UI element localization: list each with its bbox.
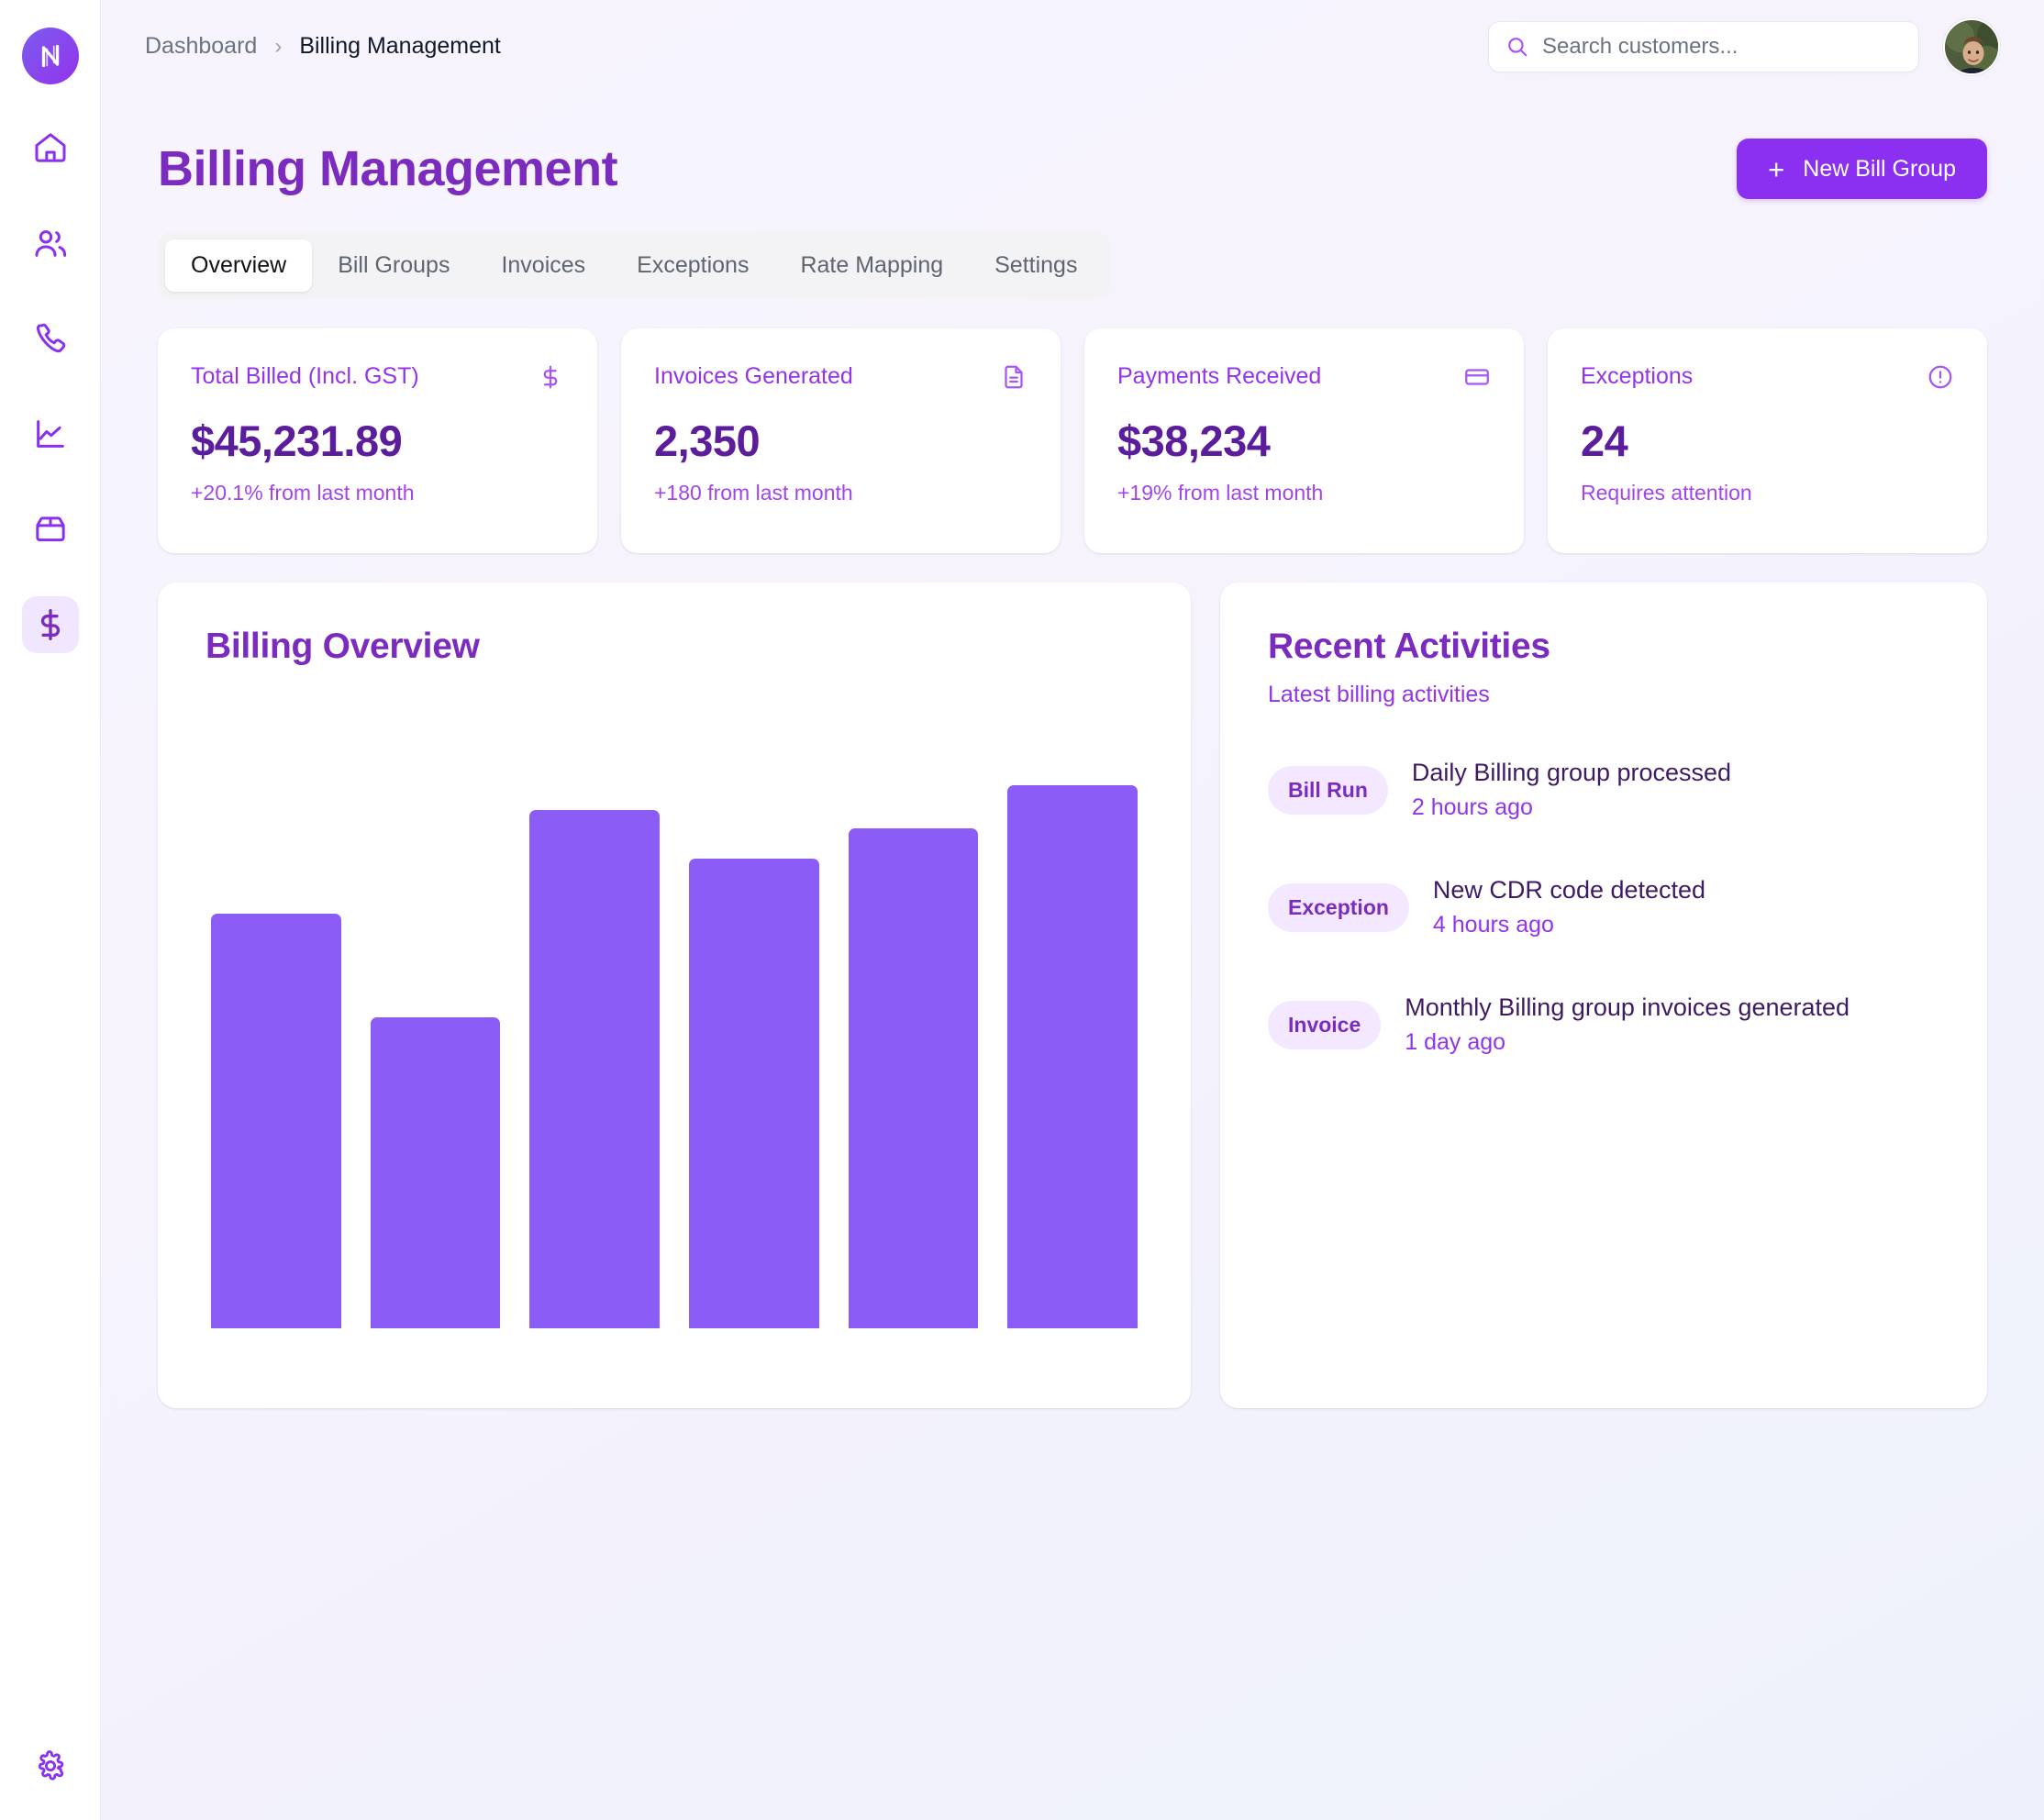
panels: Billing Overview Recent Activities Lates… <box>158 583 1987 1408</box>
billing-overview-panel: Billing Overview <box>158 583 1191 1408</box>
activity-body: Monthly Billing group invoices generated… <box>1405 993 1850 1056</box>
topbar-right: Search customers... <box>1488 17 2000 75</box>
sidebar-item-analytics[interactable] <box>22 405 79 462</box>
stat-card-header: Exceptions <box>1581 363 1954 395</box>
activity-body: Daily Billing group processed 2 hours ag… <box>1412 759 1731 821</box>
list-item[interactable]: Bill Run Daily Billing group processed 2… <box>1268 745 1939 835</box>
chart-bar[interactable] <box>211 913 341 1328</box>
recent-activities-panel: Recent Activities Latest billing activit… <box>1220 583 1987 1408</box>
activity-title: Monthly Billing group invoices generated <box>1405 993 1850 1021</box>
sidebar <box>0 0 101 1820</box>
tab-invoices[interactable]: Invoices <box>475 239 611 292</box>
sidebar-item-billing[interactable] <box>21 596 79 653</box>
stat-card-header: Payments Received <box>1117 363 1491 395</box>
recent-activities-subtitle: Latest billing activities <box>1268 682 1490 707</box>
avatar-photo <box>1945 19 1998 73</box>
activity-title: Daily Billing group processed <box>1411 759 1732 786</box>
stat-subtext: +20.1% from last month <box>191 481 415 505</box>
stat-value: 24 <box>1581 416 1628 465</box>
chart-line-icon <box>36 420 64 448</box>
plus-icon: + <box>1768 152 1785 185</box>
activity-list: Bill Run Daily Billing group processed 2… <box>1268 745 1939 1070</box>
stat-card-invoices-generated: Invoices Generated 2,350 +180 from last … <box>621 328 1061 553</box>
breadcrumb-parent[interactable]: Dashboard <box>145 33 257 60</box>
list-item[interactable]: Invoice Monthly Billing group invoices g… <box>1268 980 1939 1070</box>
new-bill-group-button[interactable]: + New Bill Group <box>1737 139 1987 199</box>
status-badge: Bill Run <box>1268 765 1388 815</box>
sidebar-item-calls[interactable] <box>22 310 79 367</box>
page-header: Billing Management + New Bill Group <box>158 139 1987 199</box>
document-icon <box>1000 363 1028 395</box>
tab-bill-groups[interactable]: Bill Groups <box>312 239 475 292</box>
users-icon <box>35 230 66 257</box>
activity-time: 4 hours ago <box>1432 912 1554 938</box>
home-icon <box>35 133 65 162</box>
stat-label: Exceptions <box>1581 363 1694 389</box>
tab-rate-mapping[interactable]: Rate Mapping <box>774 239 969 292</box>
sidebar-item-products[interactable] <box>22 501 79 558</box>
sidebar-item-customers[interactable] <box>22 215 79 272</box>
billing-bar-chart <box>206 718 1143 1328</box>
search-icon <box>1508 37 1527 56</box>
alert-circle-icon <box>1927 363 1954 395</box>
stat-subtext: +180 from last month <box>654 481 853 505</box>
stat-value: 2,350 <box>654 416 761 465</box>
stat-value: $38,234 <box>1117 416 1271 465</box>
content: Billing Management + New Bill Group Over… <box>101 93 2044 1820</box>
stat-card-header: Total Billed (Incl. GST) <box>191 363 564 395</box>
activity-time: 2 hours ago <box>1411 794 1533 820</box>
box-icon <box>35 516 65 542</box>
search-box[interactable]: Search customers... <box>1488 20 1919 72</box>
activity-time: 1 day ago <box>1405 1029 1506 1055</box>
tab-overview[interactable]: Overview <box>165 239 313 292</box>
stat-subtext: Requires attention <box>1581 481 1752 505</box>
stat-cards: Total Billed (Incl. GST) $45,231.89 +20.… <box>158 328 1987 553</box>
stat-value: $45,231.89 <box>191 416 403 465</box>
search-input[interactable]: Search customers... <box>1542 34 1738 60</box>
dollar-icon <box>40 609 60 640</box>
dollar-icon <box>537 363 564 395</box>
stat-card-header: Invoices Generated <box>654 363 1028 395</box>
recent-activities-title: Recent Activities <box>1268 627 1550 666</box>
status-badge: Exception <box>1268 882 1409 932</box>
page-title: Billing Management <box>158 141 618 196</box>
list-item[interactable]: Exception New CDR code detected 4 hours … <box>1268 862 1939 952</box>
stat-card-total-billed: Total Billed (Incl. GST) $45,231.89 +20.… <box>158 328 597 553</box>
stat-label: Payments Received <box>1117 363 1322 389</box>
chart-bar[interactable] <box>529 809 661 1328</box>
topbar: Dashboard › Billing Management Search cu… <box>101 0 2044 93</box>
billing-overview-title: Billing Overview <box>206 627 480 666</box>
logo-glyph-icon <box>41 44 59 68</box>
tab-settings[interactable]: Settings <box>969 239 1103 292</box>
chart-bar[interactable] <box>370 1016 501 1328</box>
stat-label: Invoices Generated <box>654 363 853 389</box>
phone-icon <box>36 323 65 353</box>
breadcrumb: Dashboard › Billing Management <box>145 33 501 60</box>
stat-card-exceptions: Exceptions 24 Requires attention <box>1548 328 1987 553</box>
main-area: Dashboard › Billing Management Search cu… <box>101 0 2044 1820</box>
status-badge: Invoice <box>1268 1000 1382 1049</box>
tab-bar: Overview Bill Groups Invoices Exceptions… <box>158 232 1111 299</box>
sidebar-item-settings[interactable] <box>22 1737 79 1794</box>
gear-icon <box>38 1750 63 1781</box>
activity-body: New CDR code detected 4 hours ago <box>1433 876 1705 938</box>
avatar[interactable] <box>1943 17 2000 75</box>
chart-bar[interactable] <box>1007 785 1139 1328</box>
stat-card-payments-received: Payments Received $38,234 +19% from last… <box>1084 328 1524 553</box>
chevron-right-icon: › <box>274 33 283 59</box>
chart-bar[interactable] <box>848 827 979 1328</box>
app-logo[interactable] <box>21 28 79 84</box>
chart-bar[interactable] <box>689 858 819 1328</box>
sidebar-item-home[interactable] <box>22 119 79 176</box>
activity-title: New CDR code detected <box>1432 876 1706 904</box>
tab-exceptions[interactable]: Exceptions <box>611 239 774 292</box>
new-bill-group-label: New Bill Group <box>1803 155 1956 182</box>
credit-card-icon <box>1463 363 1491 395</box>
stat-subtext: +19% from last month <box>1117 481 1324 505</box>
breadcrumb-current: Billing Management <box>299 33 501 59</box>
stat-label: Total Billed (Incl. GST) <box>191 363 419 389</box>
